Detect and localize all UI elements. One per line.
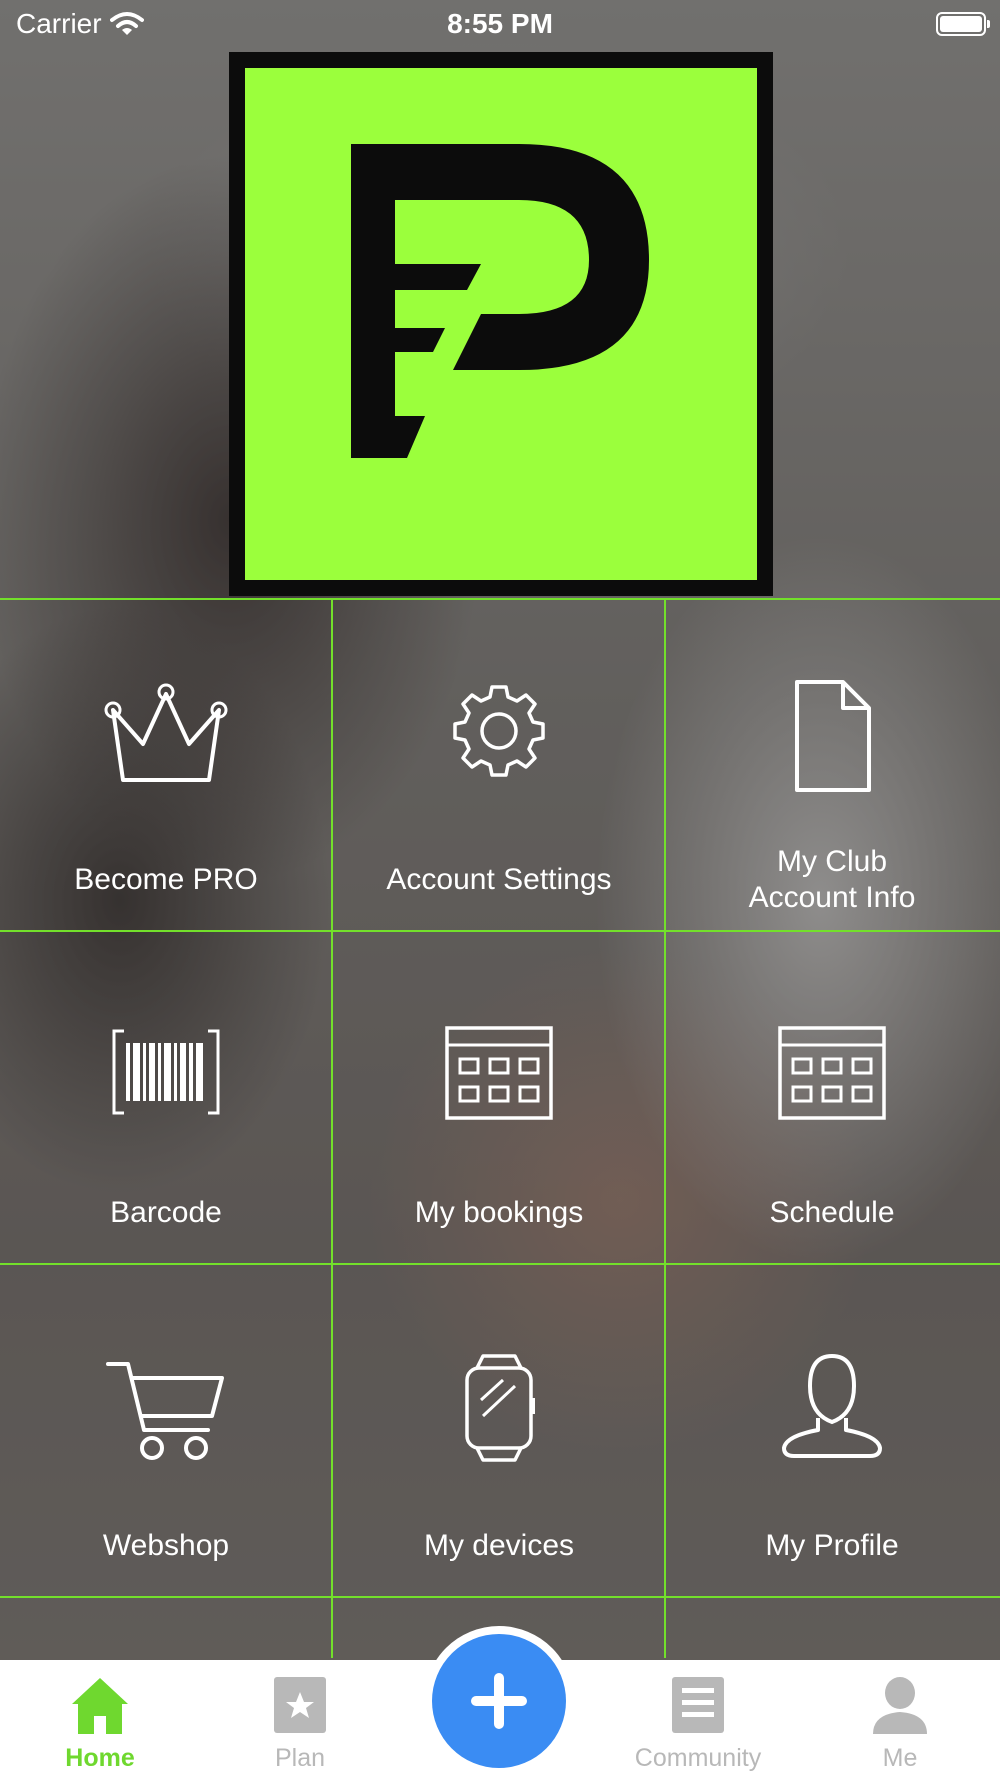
tile-label: Account Settings	[386, 863, 612, 896]
tile-label: My bookings	[414, 1196, 584, 1229]
tile-label: My Profile	[765, 1529, 899, 1562]
tile-my-profile[interactable]: My Profile	[666, 1266, 998, 1598]
battery-icon	[936, 12, 990, 36]
menu-grid: Become PRO Account Settings My Club Acco…	[0, 598, 1000, 1658]
gear-icon	[453, 685, 545, 777]
person-icon	[873, 1677, 927, 1734]
tile-become-pro[interactable]: Become PRO	[0, 600, 332, 932]
tab-community[interactable]: Community	[598, 1660, 798, 1778]
tab-label: Me	[882, 1744, 918, 1772]
tile-label: Barcode	[110, 1196, 222, 1229]
tile-label: My Club Account Info	[666, 844, 998, 916]
tile-barcode[interactable]: Barcode	[0, 933, 332, 1265]
document-icon	[795, 680, 871, 792]
tile-label-line2: Account Info	[748, 881, 916, 914]
tab-label: Community	[634, 1744, 762, 1772]
tab-plan[interactable]: Plan	[200, 1660, 400, 1778]
tile-label-line1: My Club	[776, 845, 888, 878]
tab-home[interactable]: Home	[0, 1660, 200, 1778]
user-profile-icon	[782, 1353, 882, 1458]
crown-icon	[104, 683, 228, 782]
star-square-icon	[274, 1677, 326, 1733]
status-bar: Carrier 8:55 PM	[0, 0, 1000, 50]
tile-account-settings[interactable]: Account Settings	[333, 600, 665, 932]
tab-label: Plan	[274, 1744, 326, 1772]
tile-label: Schedule	[769, 1196, 895, 1229]
barcode-icon	[112, 1029, 220, 1115]
calendar-icon	[445, 1026, 553, 1120]
document-list-icon	[672, 1677, 724, 1733]
tile-label: Webshop	[102, 1529, 230, 1562]
fp-logo	[245, 68, 757, 580]
tile-label: Become PRO	[74, 863, 258, 896]
calendar-icon	[778, 1026, 886, 1120]
club-logo	[229, 52, 773, 596]
home-icon	[72, 1678, 128, 1734]
smartwatch-icon	[465, 1354, 535, 1462]
tile-schedule[interactable]: Schedule	[666, 933, 998, 1265]
cart-icon	[106, 1362, 224, 1460]
tab-me[interactable]: Me	[800, 1660, 1000, 1778]
tile-my-club-account-info[interactable]: My Club Account Info	[666, 600, 998, 932]
tile-my-devices[interactable]: My devices	[333, 1266, 665, 1598]
tile-webshop[interactable]: Webshop	[0, 1266, 332, 1598]
tab-label: Home	[65, 1744, 135, 1772]
status-time: 8:55 PM	[447, 8, 553, 39]
tile-my-bookings[interactable]: My bookings	[333, 933, 665, 1265]
plus-icon	[471, 1673, 527, 1729]
tile-label: My devices	[423, 1529, 575, 1562]
add-button[interactable]	[432, 1634, 566, 1768]
